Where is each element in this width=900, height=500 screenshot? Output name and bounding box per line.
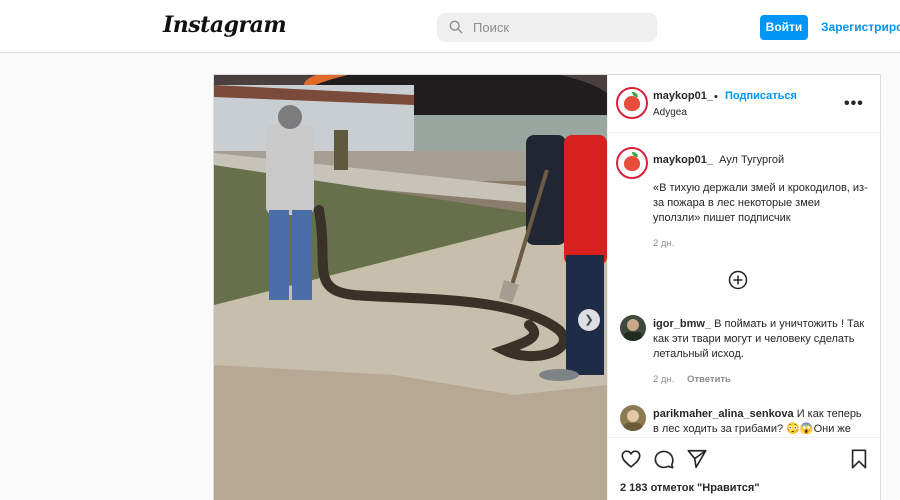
caption-header: maykop01_ Аул Тугургой — [653, 154, 784, 166]
caption-username[interactable]: maykop01_ — [653, 154, 713, 166]
comment-username[interactable]: igor_bmw_ — [653, 318, 711, 330]
post-actions: 2 183 отметок "Нравится" — [608, 437, 882, 500]
post-card: ❯ maykop01_ • Подписаться Adygea ••• may… — [213, 74, 882, 500]
separator-dot: • — [714, 91, 718, 103]
apple-logo-icon — [624, 96, 640, 111]
comment-avatar[interactable] — [620, 405, 646, 431]
apple-logo-icon — [624, 156, 640, 171]
comment-time[interactable]: 2 дн. — [653, 374, 674, 385]
search-box[interactable] — [437, 13, 657, 42]
register-link[interactable]: Зарегистрироваться — [821, 20, 900, 34]
comment-avatar[interactable] — [620, 315, 646, 341]
post-location[interactable]: Adygea — [653, 107, 687, 118]
top-navigation-bar: Instagram Войти Зарегистрироваться — [0, 0, 900, 53]
instagram-logo[interactable]: Instagram — [163, 12, 287, 38]
carousel-next-icon[interactable]: ❯ — [578, 309, 600, 331]
comment-text: igor_bmw_ В поймать и уничтожить ! Так к… — [653, 317, 868, 362]
follow-button[interactable]: Подписаться — [725, 90, 797, 102]
comment-icon[interactable] — [653, 448, 675, 470]
caption-avatar[interactable] — [616, 147, 648, 179]
bookmark-icon[interactable] — [848, 448, 870, 470]
author-avatar[interactable] — [616, 87, 648, 119]
comment-meta: 2 дн. Ответить — [653, 374, 741, 385]
login-button[interactable]: Войти — [760, 15, 808, 40]
reply-button[interactable]: Ответить — [687, 374, 731, 385]
post-header: maykop01_ • Подписаться Adygea ••• — [608, 75, 882, 133]
post-photo-image — [214, 75, 607, 500]
author-username[interactable]: maykop01_ — [653, 90, 713, 102]
post-sidebar: maykop01_ • Подписаться Adygea ••• mayko… — [607, 75, 882, 500]
heart-icon[interactable] — [620, 448, 642, 470]
share-icon[interactable] — [686, 448, 708, 470]
post-photo[interactable]: ❯ — [214, 75, 607, 500]
comment-text: parikmaher_alina_senkova И как теперь в … — [653, 407, 868, 436]
caption-time[interactable]: 2 дн. — [653, 238, 674, 249]
comment-username[interactable]: parikmaher_alina_senkova — [653, 408, 794, 420]
more-options-icon[interactable]: ••• — [844, 95, 864, 113]
caption-text: «В тихую держали змей и крокодилов, из-з… — [653, 182, 868, 224]
add-comment-icon[interactable] — [728, 270, 748, 290]
caption-headline: Аул Тугургой — [719, 154, 785, 166]
search-icon — [449, 20, 463, 34]
likes-count[interactable]: 2 183 отметок "Нравится" — [620, 482, 760, 494]
search-input[interactable] — [473, 13, 648, 42]
